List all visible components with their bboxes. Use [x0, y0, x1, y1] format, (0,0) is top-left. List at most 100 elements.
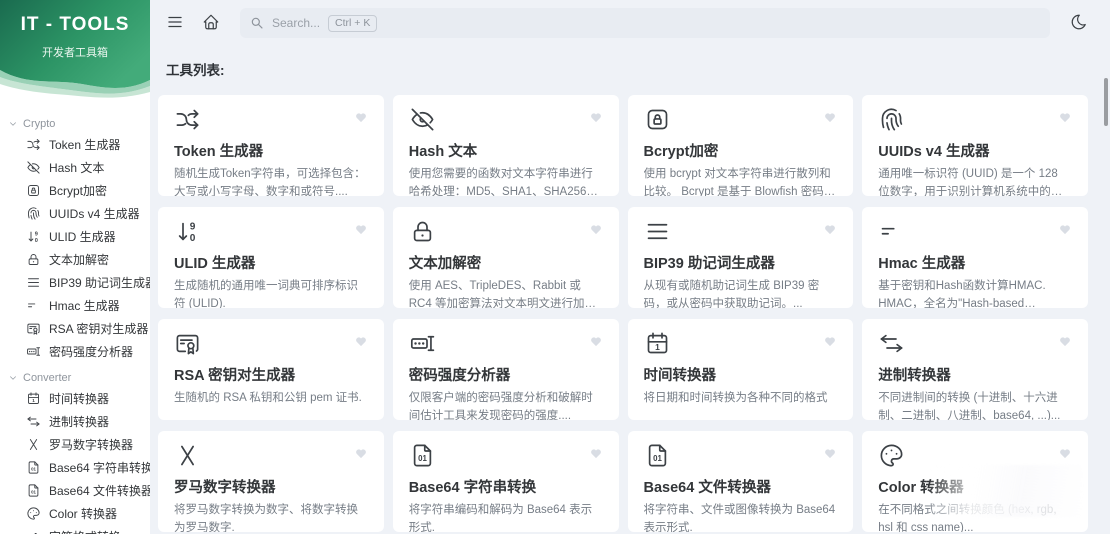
sidebar-item[interactable]: aA 字符格式转换 [0, 525, 150, 534]
sidebar-item-label: 字符格式转换 [49, 530, 121, 534]
sidebar-item[interactable]: Hash 文本 [0, 156, 150, 179]
sidebar-item[interactable]: BIP39 助记词生成器 [0, 271, 150, 294]
tool-card[interactable]: 进制转换器 不同进制间的转换 (十进制、十六进制、二进制、八进制、base64,… [862, 319, 1088, 420]
file-digit-icon: 01 [26, 483, 41, 498]
sort-numbers-icon: 90 [174, 218, 201, 245]
svg-text:0: 0 [190, 233, 196, 244]
sidebar-item-label: BIP39 助记词生成器 [49, 275, 150, 290]
sidebar-item[interactable]: 1 时间转换器 [0, 387, 150, 410]
sidebar-item-label: 时间转换器 [49, 391, 110, 406]
sidebar-item-label: Hmac 生成器 [49, 298, 120, 313]
tool-card[interactable]: Color 转换器 在不同格式之间转换颜色 (hex, rgb, hsl 和 c… [862, 431, 1088, 532]
letter-case-icon: aA [26, 529, 41, 534]
tool-card-title: RSA 密钥对生成器 [174, 368, 296, 384]
sidebar-item-label: 进制转换器 [49, 414, 110, 429]
tool-card-description: 将字符串编码和解码为 Base64 表示形式. [408, 504, 593, 532]
sidebar-item[interactable]: 进制转换器 [0, 410, 150, 433]
svg-text:9: 9 [190, 221, 196, 232]
scrollbar-thumb[interactable] [1104, 78, 1108, 126]
sidebar-item-label: 罗马数字转换器 [49, 437, 134, 452]
sidebar-item-label: Hash 文本 [49, 160, 105, 175]
favorite-heart-icon[interactable] [589, 334, 603, 348]
sidebar-item-label: UUIDs v4 生成器 [49, 206, 140, 221]
sidebar-item[interactable]: Token 生成器 [0, 133, 150, 156]
tool-card-description: 使用 AES、TripleDES、Rabbit 或 RC4 等加密算法对文本明文… [408, 280, 596, 308]
moon-icon [1070, 13, 1088, 34]
lock-square-icon [26, 183, 41, 198]
tool-card[interactable]: 罗马数字转换器 将罗马数字转换为数字、将数字转换为罗马数字. [158, 431, 384, 532]
tool-card[interactable]: 90 ULID 生成器 生成随机的通用唯一词典可排序标识符 (ULID). [158, 207, 384, 308]
favorite-heart-icon[interactable] [1058, 334, 1072, 348]
search-input[interactable]: Search... Ctrl + K [240, 8, 1050, 38]
menu-toggle-button[interactable] [162, 10, 188, 36]
tool-card[interactable]: 01 Base64 字符串转换 将字符串编码和解码为 Base64 表示形式. [392, 431, 619, 532]
favorite-heart-icon[interactable] [354, 110, 368, 124]
favorite-heart-icon[interactable] [354, 222, 368, 236]
tool-card[interactable]: 1 时间转换器 将日期和时间转换为各种不同的格式 [627, 319, 854, 420]
tool-card[interactable]: RSA 密钥对生成器 生随机的 RSA 私钥和公钥 pem 证书. [158, 319, 384, 420]
tool-card[interactable]: Hash 文本 使用您需要的函数对文本字符串进行哈希处理：MD5、SHA1、SH… [392, 95, 619, 196]
favorite-heart-icon[interactable] [823, 446, 837, 460]
tool-card[interactable]: 文本加解密 使用 AES、TripleDES、Rabbit 或 RC4 等加密算… [392, 207, 619, 308]
tool-card[interactable]: Bcrypt加密 使用 bcrypt 对文本字符串进行散列和比较。 Bcrypt… [627, 95, 854, 196]
palette-icon [26, 506, 41, 521]
sidebar-item[interactable]: 罗马数字转换器 [0, 433, 150, 456]
favorite-heart-icon[interactable] [1058, 446, 1072, 460]
tool-card[interactable]: 密码强度分析器 仅限客户端的密码强度分析和破解时间估计工具来发现密码的强度...… [392, 319, 619, 420]
svg-text:01: 01 [653, 454, 662, 463]
search-shortcut-badge: Ctrl + K [328, 14, 378, 32]
home-icon [202, 13, 220, 34]
svg-text:1: 1 [32, 398, 35, 403]
calendar-icon: 1 [26, 391, 41, 406]
favorite-heart-icon[interactable] [589, 222, 603, 236]
tool-card[interactable]: UUIDs v4 生成器 通用唯一标识符 (UUID) 是一个 128 位数字，… [862, 95, 1088, 196]
fingerprint-icon [878, 106, 905, 133]
favorite-heart-icon[interactable] [354, 446, 368, 460]
sidebar-item[interactable]: Color 转换器 [0, 502, 150, 525]
hmac-lines-icon [26, 298, 41, 313]
tool-card-description: 在不同格式之间转换颜色 (hex, rgb, hsl 和 css name)..… [878, 504, 1057, 532]
fingerprint-icon [26, 206, 41, 221]
sidebar-item-label: 密码强度分析器 [49, 344, 134, 359]
sidebar-item[interactable]: 01 Base64 文件转换器 [0, 479, 150, 502]
tool-card-description: 将字符串、文件或图像转换为 Base64 表示形式. [643, 504, 836, 532]
favorite-heart-icon[interactable] [1058, 110, 1072, 124]
chevron-down-icon [8, 119, 18, 129]
tool-card-description: 使用 bcrypt 对文本字符串进行散列和比较。 Bcrypt 是基于 Blow… [643, 168, 836, 196]
sidebar-item[interactable]: 文本加解密 [0, 248, 150, 271]
tool-card[interactable]: BIP39 助记词生成器 从现有或随机助记词生成 BIP39 密码，或从密码中获… [627, 207, 854, 308]
sidebar-section-header[interactable]: Converter [0, 369, 150, 387]
hmac-lines-icon [878, 218, 905, 245]
sidebar-item[interactable]: Bcrypt加密 [0, 179, 150, 202]
page-title: 工具列表: [166, 63, 225, 78]
favorite-heart-icon[interactable] [1058, 222, 1072, 236]
favorite-heart-icon[interactable] [823, 334, 837, 348]
sidebar-item[interactable]: Hmac 生成器 [0, 294, 150, 317]
tool-card[interactable]: 01 Base64 文件转换器 将字符串、文件或图像转换为 Base64 表示形… [627, 431, 854, 532]
sidebar-item[interactable]: 90 ULID 生成器 [0, 225, 150, 248]
sidebar-item[interactable]: 01 Base64 字符串转换 [0, 456, 150, 479]
tool-card[interactable]: Hmac 生成器 基于密钥和Hash函数计算HMAC. HMAC，全名为"Has… [862, 207, 1088, 308]
tool-card[interactable]: Token 生成器 随机生成Token字符串，可选择包含：大写或小写字母、数字和… [158, 95, 384, 196]
home-button[interactable] [198, 10, 224, 36]
search-placeholder: Search... [272, 16, 321, 30]
favorite-heart-icon[interactable] [589, 110, 603, 124]
svg-text:1: 1 [655, 342, 660, 352]
favorite-heart-icon[interactable] [354, 334, 368, 348]
sidebar-item[interactable]: RSA 密钥对生成器 [0, 317, 150, 340]
eye-off-icon [26, 160, 41, 175]
topbar: Search... Ctrl + K [150, 0, 1110, 46]
sidebar-item[interactable]: 密码强度分析器 [0, 340, 150, 363]
tool-card-title: Bcrypt加密 [643, 144, 719, 160]
app-title: IT - TOOLS [20, 14, 130, 35]
dark-mode-toggle[interactable] [1066, 10, 1092, 36]
favorite-heart-icon[interactable] [823, 110, 837, 124]
svg-text:0: 0 [35, 238, 38, 244]
sidebar-item[interactable]: UUIDs v4 生成器 [0, 202, 150, 225]
certificate-icon [26, 321, 41, 336]
sidebar-item-label: Base64 字符串转换 [49, 460, 150, 475]
favorite-heart-icon[interactable] [823, 222, 837, 236]
favorite-heart-icon[interactable] [589, 446, 603, 460]
sidebar-section-header[interactable]: Crypto [0, 115, 150, 133]
search-icon [250, 16, 264, 30]
